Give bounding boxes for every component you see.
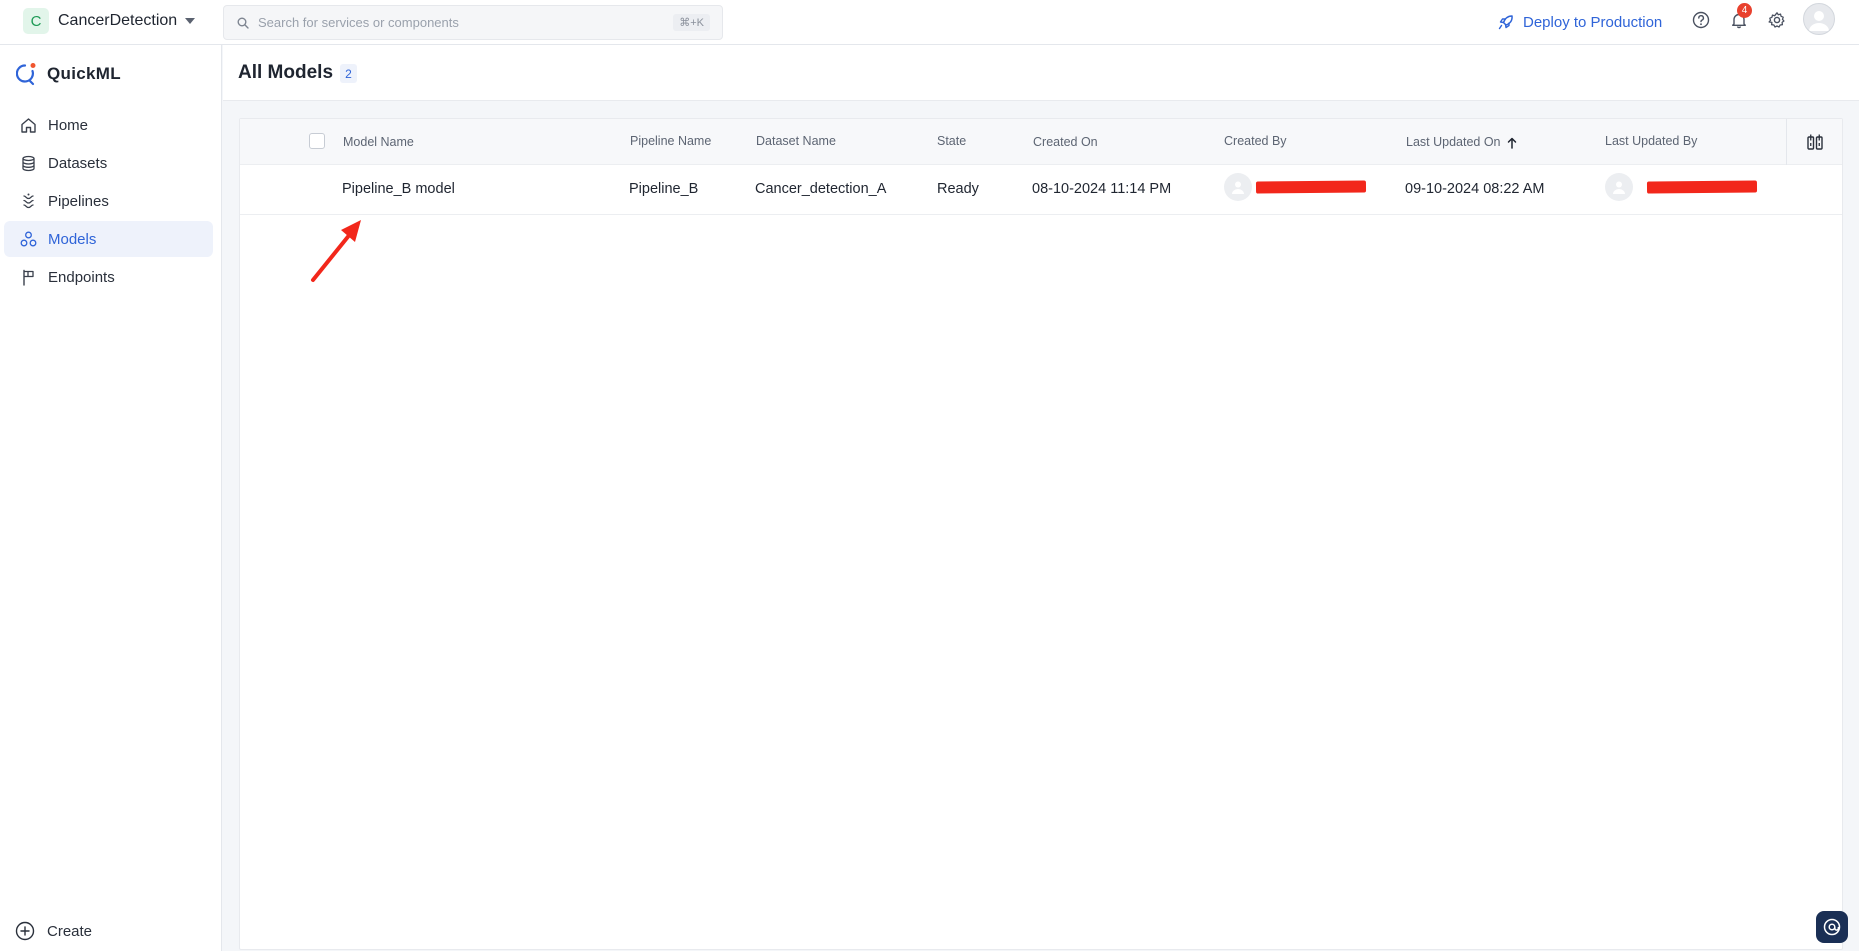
column-header-pipeline-name[interactable]: Pipeline Name (630, 134, 711, 148)
annotation-arrow (311, 220, 361, 282)
page-title: All Models (238, 62, 334, 83)
models-count-badge: 2 (340, 64, 357, 83)
search-icon (236, 16, 250, 30)
models-icon (19, 230, 37, 248)
column-header-last-updated-on[interactable]: Last Updated On (1406, 135, 1517, 149)
support-chat-button[interactable] (1816, 911, 1848, 943)
chat-at-icon (1823, 918, 1841, 936)
column-header-created-by[interactable]: Created By (1224, 134, 1287, 148)
deploy-to-production-button[interactable]: Deploy to Production (1497, 9, 1662, 35)
column-header-created-on[interactable]: Created On (1033, 135, 1098, 149)
last-updated-by-cell (1605, 173, 1758, 201)
column-header-state[interactable]: State (937, 134, 966, 148)
pipeline-name-cell: Pipeline_B (629, 181, 699, 197)
last-updated-on-cell: 09-10-2024 08:22 AM (1405, 181, 1545, 197)
flag-icon (19, 268, 37, 286)
user-avatar-icon (1224, 173, 1252, 201)
sidebar: QuickML Home Datasets Pipelines Models E… (0, 45, 222, 951)
column-header-label: Last Updated On (1406, 135, 1501, 149)
notification-count-badge: 4 (1737, 3, 1752, 18)
project-initial-badge: C (23, 8, 49, 34)
sidebar-item-label: Datasets (48, 154, 108, 172)
create-button[interactable]: Create (15, 921, 92, 941)
brand: QuickML (16, 62, 121, 86)
models-table: Model Name Pipeline Name Dataset Name St… (239, 118, 1843, 950)
table-row[interactable]: Pipeline_B model Pipeline_B Cancer_detec… (240, 165, 1842, 215)
gear-icon[interactable] (1766, 9, 1788, 31)
column-header-last-updated-by[interactable]: Last Updated By (1605, 134, 1697, 148)
search-bar[interactable]: ⌘+K (223, 5, 723, 40)
brand-name: QuickML (47, 64, 121, 83)
columns-icon (1806, 134, 1823, 150)
table-header: Model Name Pipeline Name Dataset Name St… (240, 119, 1842, 165)
pipeline-icon (19, 192, 37, 210)
sidebar-item-label: Models (48, 230, 97, 248)
page-header (223, 45, 1859, 101)
deploy-label: Deploy to Production (1523, 13, 1663, 31)
rocket-icon (1498, 15, 1513, 30)
model-name-cell[interactable]: Pipeline_B model (342, 181, 455, 197)
plus-circle-icon (15, 921, 35, 941)
user-avatar-button[interactable] (1803, 3, 1835, 35)
column-header-dataset-name[interactable]: Dataset Name (756, 134, 836, 148)
help-icon[interactable] (1690, 9, 1712, 31)
top-bar: C CancerDetection ⌘+K Deploy to Producti… (0, 0, 1859, 45)
column-header-model-name[interactable]: Model Name (343, 135, 414, 149)
dataset-name-cell: Cancer_detection_A (755, 181, 887, 197)
search-input[interactable] (258, 15, 674, 30)
sidebar-item-home[interactable]: Home (4, 107, 213, 143)
database-icon (19, 154, 37, 172)
quickml-logo-icon (16, 63, 36, 86)
created-on-cell: 08-10-2024 11:14 PM (1032, 181, 1172, 197)
sidebar-item-pipelines[interactable]: Pipelines (4, 183, 213, 219)
sidebar-nav: Home Datasets Pipelines Models Endpoints (4, 107, 213, 297)
caret-down-icon (185, 18, 196, 24)
sidebar-item-label: Home (48, 116, 89, 134)
created-by-cell (1224, 173, 1367, 201)
project-name: CancerDetection (58, 12, 178, 29)
column-settings-button[interactable] (1786, 119, 1842, 165)
user-icon (1809, 11, 1829, 31)
project-switcher[interactable]: C CancerDetection (23, 8, 196, 34)
state-cell: Ready (937, 181, 979, 197)
sidebar-item-label: Endpoints (48, 268, 115, 286)
select-all-checkbox[interactable] (309, 133, 325, 149)
create-label: Create (47, 922, 93, 940)
sidebar-item-datasets[interactable]: Datasets (4, 145, 213, 181)
home-icon (19, 116, 37, 134)
sidebar-item-models[interactable]: Models (4, 221, 213, 257)
redaction-mark (1255, 180, 1367, 194)
search-shortcut-hint: ⌘+K (673, 14, 710, 31)
redaction-mark (1646, 180, 1758, 194)
sidebar-item-endpoints[interactable]: Endpoints (4, 259, 213, 295)
sidebar-item-label: Pipelines (48, 192, 109, 210)
user-avatar-icon (1605, 173, 1633, 201)
sort-arrow-up-icon (1507, 137, 1516, 149)
